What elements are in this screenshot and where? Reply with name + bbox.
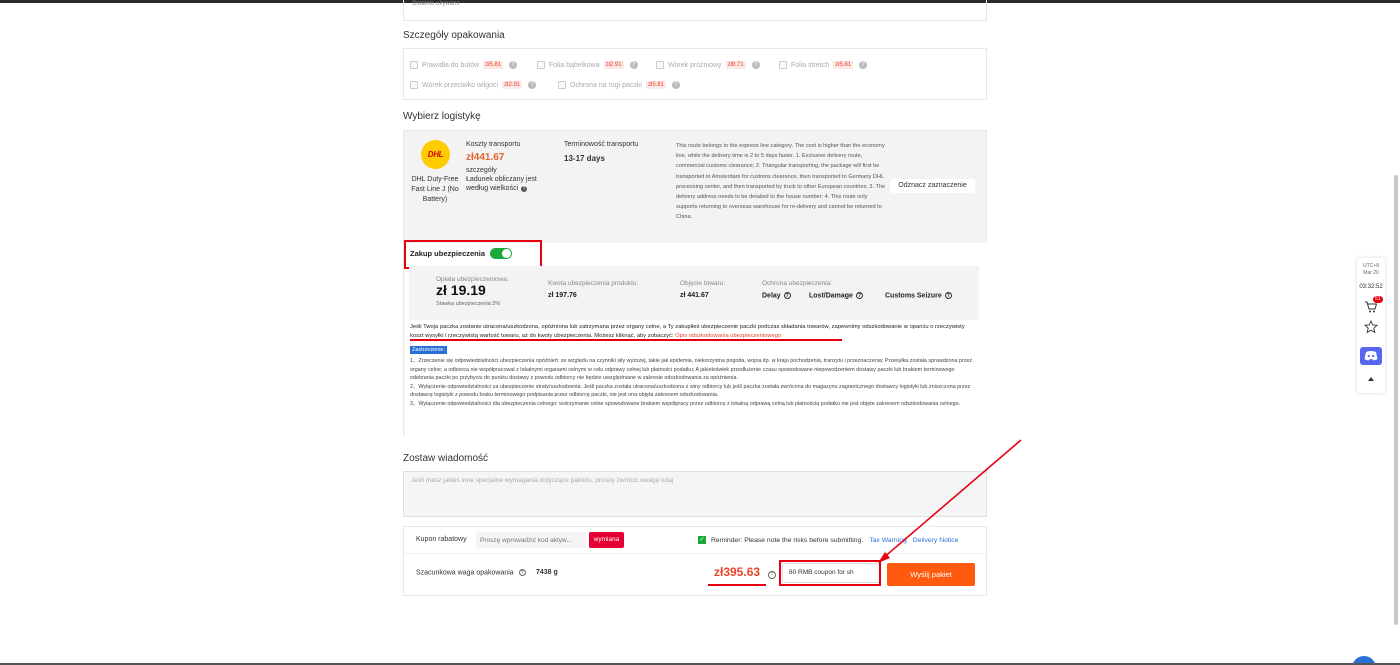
timezone: UTC+8 Mar 20 [1357, 263, 1385, 277]
annotation-arrow [878, 439, 1022, 563]
arrow-line [881, 439, 1022, 560]
scrollbar-thumb[interactable] [1394, 175, 1398, 625]
star-icon[interactable] [1364, 320, 1378, 334]
timezone-text: UTC+8 [1363, 263, 1379, 269]
discord-icon[interactable] [1360, 347, 1382, 365]
cart-count-badge: 51 [1373, 296, 1383, 303]
side-widget: UTC+8 Mar 20 03:32:52 51 [1357, 258, 1385, 393]
date-text: Mar 20 [1363, 270, 1379, 276]
clock: 03:32:52 [1359, 284, 1383, 290]
scroll-up-icon[interactable] [1364, 374, 1378, 384]
